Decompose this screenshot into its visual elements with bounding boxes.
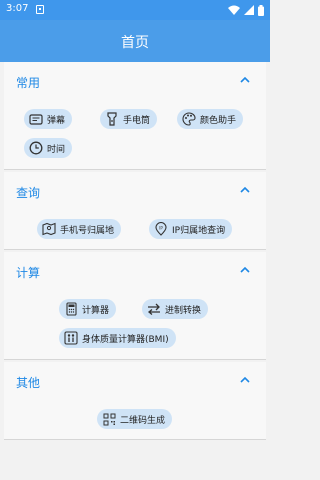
section-title: 计算 [16,266,41,280]
tool-label: 进制转换 [165,305,202,316]
tool-chip-base-convert[interactable]: 进制转换 [142,299,209,319]
location-pin-icon: IP [154,222,168,236]
palette-icon [182,112,196,126]
section-calculate: 计算 计算器 进制转换 身体质量计算器(BMI) [4,252,266,360]
section-title: 其他 [16,376,41,390]
section-header-calculate[interactable]: 计算 [4,252,266,290]
clock-icon [29,141,43,155]
tool-label: 颜色助手 [200,115,237,126]
flashlight-icon [105,112,119,126]
danmaku-icon [29,112,43,126]
tool-label: 计算器 [82,305,110,316]
section-header-other[interactable]: 其他 [4,362,266,400]
section-common: 常用 弹幕 手电筒 颜色助手 时间 [4,62,266,170]
tool-chip-bmi[interactable]: 身体质量计算器(BMI) [59,328,176,348]
people-icon [64,331,78,345]
battery-icon [258,4,264,16]
wifi-icon [228,5,240,15]
section-header-common[interactable]: 常用 [4,62,266,100]
svg-text:IP: IP [159,226,163,231]
tool-label: 手机号归属地 [60,225,115,236]
calculator-icon [64,302,78,316]
section-other: 其他 二维码生成 [4,362,266,440]
chevron-up-icon[interactable] [238,374,252,386]
signal-icon [244,5,254,15]
tool-label: 手电筒 [123,115,151,126]
chevron-up-icon[interactable] [238,74,252,86]
tool-chip-color-helper[interactable]: 颜色助手 [177,109,244,129]
map-icon [42,222,56,236]
qr-code-icon [102,412,116,426]
chevron-up-icon[interactable] [238,264,252,276]
notification-icon [36,5,44,14]
tool-chip-ip-location[interactable]: IP IP归属地查询 [149,219,233,239]
tool-chip-calculator[interactable]: 计算器 [59,299,117,319]
app-bar: 首页 [0,20,270,62]
section-header-query[interactable]: 查询 [4,172,266,210]
section-query: 查询 手机号归属地 IP IP归属地查询 [4,172,266,250]
system-icons [228,4,264,16]
swap-arrows-icon [147,302,161,316]
status-bar: 3:07 [0,0,270,20]
tool-chip-qr-code[interactable]: 二维码生成 [97,409,173,429]
tool-label: IP归属地查询 [172,225,226,236]
tool-label: 二维码生成 [120,415,166,426]
tool-chip-time[interactable]: 时间 [24,138,73,158]
section-title: 查询 [16,186,41,200]
tool-label: 时间 [47,144,66,155]
section-title: 常用 [16,76,41,90]
tool-label: 身体质量计算器(BMI) [82,334,169,345]
page-title: 首页 [121,35,149,51]
chevron-up-icon[interactable] [238,184,252,196]
tool-chip-phone-location[interactable]: 手机号归属地 [37,219,122,239]
status-time: 3:07 [6,3,29,14]
tool-chip-flashlight[interactable]: 手电筒 [100,109,158,129]
tool-label: 弹幕 [47,115,66,126]
tool-chip-danmaku[interactable]: 弹幕 [24,109,73,129]
